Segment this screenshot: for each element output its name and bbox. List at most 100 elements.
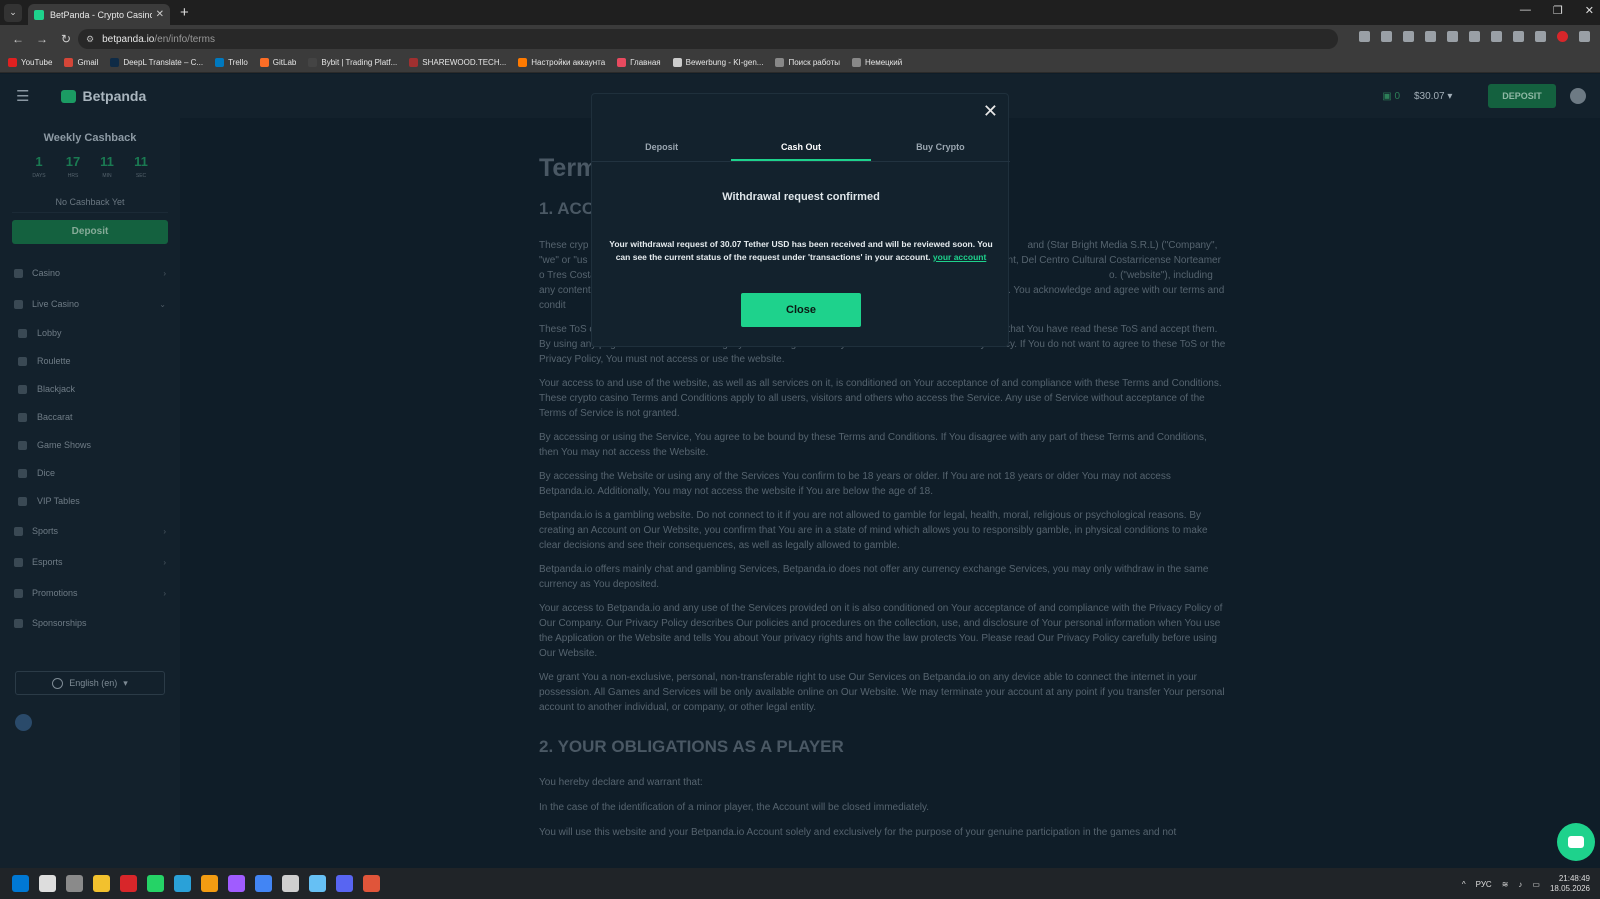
bookmark-item[interactable]: Gmail <box>64 58 98 67</box>
sidebar-item-lobby[interactable]: Lobby <box>18 328 170 338</box>
bookmark-item[interactable]: Настройки аккаунта <box>518 58 605 67</box>
browser-tab[interactable]: BetPanda - Crypto Casino Term ✕ <box>28 4 170 25</box>
bookmark-item[interactable]: GitLab <box>259 58 296 67</box>
bookmark-item[interactable]: Главная <box>617 58 661 67</box>
cashout-modal: ✕ Deposit Cash Out Buy Crypto Withdrawal… <box>591 93 1010 347</box>
cast-icon[interactable] <box>1381 31 1392 42</box>
bookmark-item[interactable]: YouTube <box>8 58 52 67</box>
bookmark-item[interactable]: Bewerbung - KI-gen... <box>672 58 763 67</box>
sidebar-item-casino[interactable]: Casino › <box>14 268 166 278</box>
extension-icon[interactable] <box>1491 31 1502 42</box>
tab-close-icon[interactable]: ✕ <box>156 9 164 20</box>
restore-icon[interactable]: ❐ <box>1553 4 1563 17</box>
sidebar-item-promotions[interactable]: Promotions › <box>14 588 166 598</box>
sidebar-item-live-casino[interactable]: Live Casino ⌄ <box>14 299 166 309</box>
user-avatar-icon[interactable] <box>1570 88 1586 104</box>
windows-badge-icon[interactable] <box>15 714 32 731</box>
new-tab-icon[interactable]: + <box>180 4 189 21</box>
profile-icon[interactable] <box>1557 31 1568 42</box>
taskbar-app-icon[interactable] <box>147 875 164 892</box>
terms-paragraph: We grant You a non-exclusive, personal, … <box>539 672 1225 713</box>
sidebar-item-baccarat[interactable]: Baccarat <box>18 412 170 422</box>
volume-icon[interactable]: ♪ <box>1518 880 1522 889</box>
bookmark-favicon-icon <box>64 58 74 67</box>
taskbar-app-icon[interactable] <box>12 875 29 892</box>
close-icon[interactable]: ✕ <box>983 102 998 120</box>
taskbar-app-icon[interactable] <box>255 875 272 892</box>
extension-icon[interactable] <box>1469 31 1480 42</box>
chevron-down-icon: ▾ <box>123 677 128 688</box>
taskbar-app-icon[interactable] <box>309 875 326 892</box>
battery-icon[interactable]: ▭ <box>1532 880 1540 889</box>
timer-unit: HRS <box>67 173 79 179</box>
bookmark-item[interactable]: DeepL Translate – C... <box>110 58 203 67</box>
tab-deposit[interactable]: Deposit <box>592 140 731 161</box>
header-deposit-button[interactable]: DEPOSIT <box>1488 84 1556 108</box>
taskbar-app-icon[interactable] <box>120 875 137 892</box>
browser-menu-icon[interactable] <box>1579 31 1590 42</box>
taskbar-app-icon[interactable] <box>282 875 299 892</box>
sidebar-item-game-shows[interactable]: Game Shows <box>18 440 170 450</box>
site-logo[interactable]: Betpanda <box>61 88 146 104</box>
wifi-icon[interactable]: ≋ <box>1502 880 1509 889</box>
bookmark-label: Поиск работы <box>788 58 840 67</box>
taskbar-app-icon[interactable] <box>66 875 83 892</box>
sidebar-item-esports[interactable]: Esports › <box>14 557 166 567</box>
close-window-icon[interactable]: ✕ <box>1585 4 1594 17</box>
url-path: /en/info/terms <box>154 33 215 45</box>
bookmark-item[interactable]: Немецкий <box>852 58 902 67</box>
address-bar[interactable]: ⚙ betpanda.io/en/info/terms <box>78 29 1338 49</box>
sidebar-item-blackjack[interactable]: Blackjack <box>18 384 170 394</box>
taskbar-app-icon[interactable] <box>201 875 218 892</box>
sidebar-item-roulette[interactable]: Roulette <box>18 356 170 366</box>
clock[interactable]: 21:48:49 18.05.2026 <box>1550 874 1590 894</box>
bookmark-star-icon[interactable] <box>1425 31 1436 42</box>
panda-logo-icon <box>61 89 77 103</box>
taskbar-app-icon[interactable] <box>93 875 110 892</box>
taskbar-app-icon[interactable] <box>39 875 56 892</box>
minimize-icon[interactable]: — <box>1520 4 1531 17</box>
bookmark-item[interactable]: Поиск работы <box>775 58 840 67</box>
hamburger-menu-icon[interactable]: ☰ <box>16 87 29 105</box>
taskbar-app-icon[interactable] <box>174 875 191 892</box>
close-button[interactable]: Close <box>741 293 861 327</box>
extension-icon[interactable] <box>1513 31 1524 42</box>
sidebar-deposit-button[interactable]: Deposit <box>12 220 168 244</box>
menu-icon <box>14 526 23 536</box>
balance-selector[interactable]: $30.07 ▾ <box>1414 91 1474 102</box>
coin-counter[interactable]: ▣ 0 <box>1382 91 1400 102</box>
your-account-link[interactable]: your account <box>933 252 986 262</box>
extension-icon[interactable] <box>1447 31 1458 42</box>
reload-icon[interactable]: ↻ <box>60 32 72 46</box>
taskbar-app-icon[interactable] <box>363 875 380 892</box>
bookmark-label: SHAREWOOD.TECH... <box>422 58 507 67</box>
back-icon[interactable]: ← <box>12 32 24 46</box>
taskbar-app-icon[interactable] <box>336 875 353 892</box>
tab-buy-crypto[interactable]: Buy Crypto <box>871 140 1010 161</box>
tab-cash-out[interactable]: Cash Out <box>731 140 871 161</box>
timer-unit: DAYS <box>32 173 46 179</box>
live-chat-button[interactable] <box>1557 823 1595 861</box>
tab-search-icon[interactable]: ⌄ <box>4 3 22 22</box>
extensions-puzzle-icon[interactable] <box>1535 31 1546 42</box>
translate-icon[interactable] <box>1359 31 1370 42</box>
bookmark-item[interactable]: Trello <box>215 58 248 67</box>
bookmark-label: Bybit | Trading Platf... <box>321 58 398 67</box>
language-selector[interactable]: English (en) ▾ <box>15 671 165 695</box>
sidebar-item-label: Baccarat <box>37 412 73 422</box>
taskbar-app-icon[interactable] <box>228 875 245 892</box>
bookmark-favicon-icon <box>518 58 528 67</box>
input-language[interactable]: РУС <box>1476 880 1492 889</box>
forward-icon[interactable]: → <box>36 32 48 46</box>
chevron-up-icon[interactable]: ^ <box>1462 880 1466 889</box>
menu-icon <box>14 557 23 567</box>
bookmark-item[interactable]: SHAREWOOD.TECH... <box>409 58 506 67</box>
sidebar-item-sports[interactable]: Sports › <box>14 526 166 536</box>
site-info-icon[interactable]: ⚙ <box>86 34 94 45</box>
password-key-icon[interactable] <box>1403 31 1414 42</box>
sidebar-item-dice[interactable]: Dice <box>18 468 170 478</box>
sidebar-item-sponsorships[interactable]: Sponsorships <box>14 618 166 628</box>
bookmark-item[interactable]: Bybit | Trading Platf... <box>308 58 397 67</box>
sidebar-item-vip-tables[interactable]: VIP Tables <box>18 496 170 506</box>
sidebar-item-label: Esports <box>32 557 63 567</box>
